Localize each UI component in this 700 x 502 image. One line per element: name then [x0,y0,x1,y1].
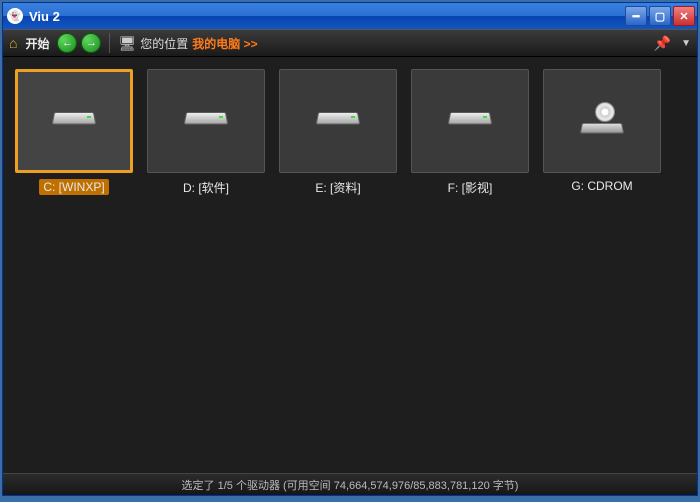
minimize-button[interactable]: ━ [625,6,647,26]
drive-item-g[interactable]: G: CDROM [543,69,661,196]
drive-thumbnail [411,69,529,173]
drive-grid: C: [WINXP] D: [软件] E: [资料] F: [影视] [15,69,685,196]
nav-back-button[interactable]: ← [57,33,77,53]
drive-label: F: [影视] [448,179,493,196]
app-icon: 👻 [7,8,23,24]
pin-icon[interactable]: 📌 [654,35,671,52]
hdd-icon [53,111,95,131]
start-label[interactable]: 开始 [21,35,53,52]
titlebar[interactable]: 👻 Viu 2 ━ ▢ ✕ [3,3,697,29]
drive-thumbnail [279,69,397,173]
menu-dropdown-icon[interactable]: ▼ [681,38,691,49]
drive-item-c[interactable]: C: [WINXP] [15,69,133,196]
drive-thumbnail [15,69,133,173]
drive-thumbnail [543,69,661,173]
drive-item-d[interactable]: D: [软件] [147,69,265,196]
app-window: 👻 Viu 2 ━ ▢ ✕ ⌂ 开始 ← → 🖥 您的位置 我的电脑 >> 📌 … [2,2,698,496]
nav-forward-button[interactable]: → [81,33,101,53]
close-button[interactable]: ✕ [673,6,695,26]
toolbar: ⌂ 开始 ← → 🖥 您的位置 我的电脑 >> 📌 ▼ [3,29,697,57]
hdd-icon [317,111,359,131]
content-area: C: [WINXP] D: [软件] E: [资料] F: [影视] [3,57,697,473]
drive-item-e[interactable]: E: [资料] [279,69,397,196]
drive-thumbnail [147,69,265,173]
window-controls: ━ ▢ ✕ [625,6,695,26]
status-text: 选定了 1/5 个驱动器 (可用空间 74,664,574,976/85,883… [182,477,519,493]
location-path[interactable]: 我的电脑 >> [192,35,257,52]
window-title: Viu 2 [29,9,625,24]
cdrom-icon [581,108,623,134]
location-label: 您的位置 [140,35,188,52]
status-bar: 选定了 1/5 个驱动器 (可用空间 74,664,574,976/85,883… [3,473,697,495]
drive-item-f[interactable]: F: [影视] [411,69,529,196]
drive-label: D: [软件] [183,179,229,196]
drive-label: G: CDROM [571,179,632,193]
computer-icon: 🖥 [118,35,136,52]
maximize-button[interactable]: ▢ [649,6,671,26]
toolbar-separator [109,33,110,53]
hdd-icon [449,111,491,131]
hdd-icon [185,111,227,131]
drive-label: E: [资料] [315,179,360,196]
home-icon[interactable]: ⌂ [9,35,17,51]
drive-label: C: [WINXP] [39,179,108,195]
